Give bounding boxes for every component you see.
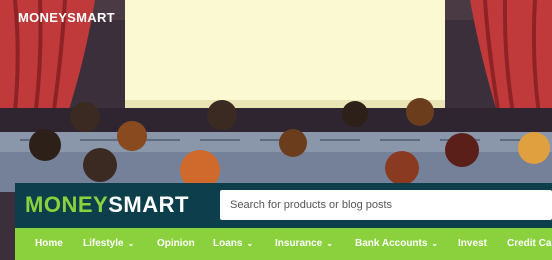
main-nav: Home Lifestyle ⌄ Opinion Loans ⌄ Insurance… <box>15 228 552 260</box>
search-input[interactable] <box>220 190 552 220</box>
nav-item-home[interactable]: Home <box>35 228 63 260</box>
site-header: MONEYSMART <box>15 183 552 228</box>
chevron-down-icon: ⌄ <box>431 239 439 248</box>
chevron-down-icon: ⌄ <box>127 239 135 248</box>
logo-money-text: MONEY <box>25 192 109 217</box>
nav-item-label: Home <box>35 238 63 249</box>
hero-logo-text: MONEYSMART <box>18 10 115 25</box>
nav-item-loans[interactable]: Loans ⌄ <box>213 228 253 260</box>
nav-item-label: Loans <box>213 238 243 249</box>
nav-item-insurance[interactable]: Insurance ⌄ <box>275 228 333 260</box>
logo-smart-text: SMART <box>108 192 189 217</box>
nav-item-bank-accounts[interactable]: Bank Accounts ⌄ <box>355 228 438 260</box>
chevron-down-icon: ⌄ <box>246 239 254 248</box>
nav-item-label: Opinion <box>157 238 195 249</box>
nav-item-opinion[interactable]: Opinion <box>157 228 195 260</box>
nav-item-lifestyle[interactable]: Lifestyle ⌄ <box>83 228 134 260</box>
nav-item-label: Lifestyle <box>83 238 124 249</box>
nav-item-credit-cards[interactable]: Credit Ca <box>507 228 551 260</box>
nav-item-label: Invest <box>458 238 487 249</box>
chevron-down-icon: ⌄ <box>326 239 333 248</box>
nav-item-label: Credit Ca <box>507 238 552 249</box>
nav-item-label: Insurance <box>275 238 323 249</box>
nav-item-invest[interactable]: Invest <box>458 228 487 260</box>
moneysmart-logo[interactable]: MONEYSMART <box>25 193 189 217</box>
nav-item-label: Bank Accounts <box>355 238 428 249</box>
